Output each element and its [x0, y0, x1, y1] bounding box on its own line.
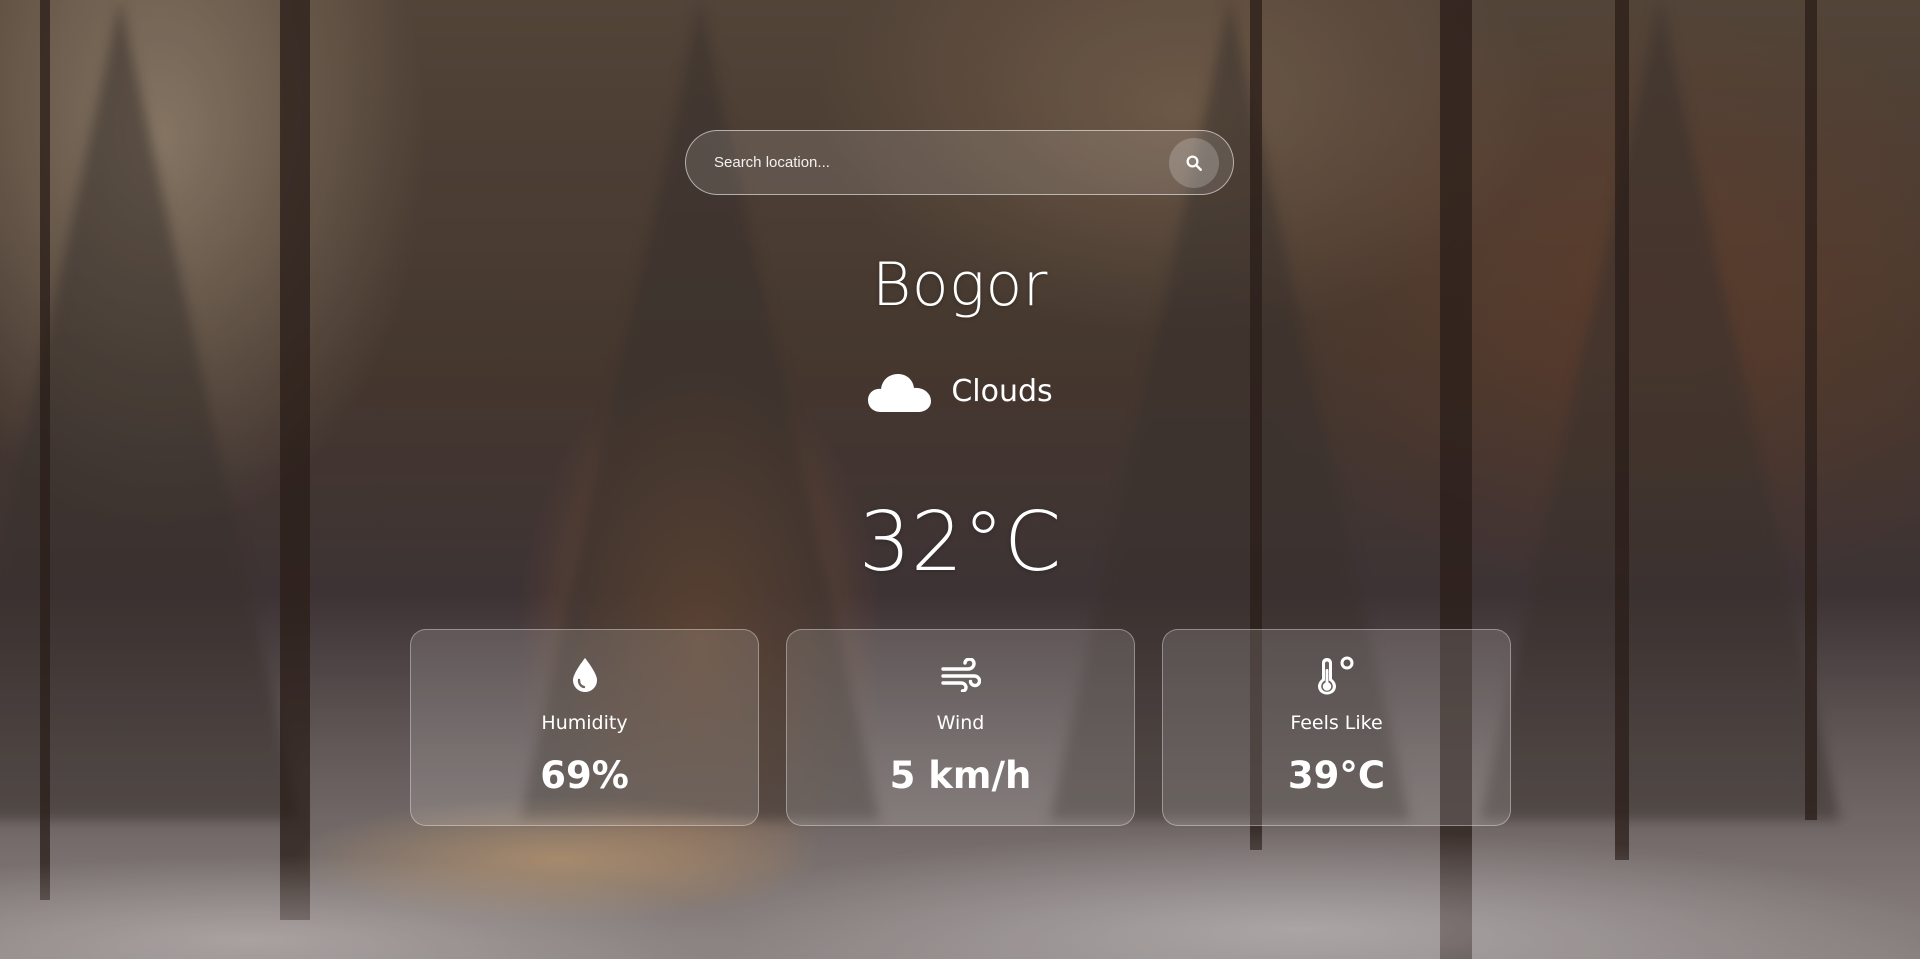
current-temperature: 32°C: [858, 495, 1062, 590]
humidity-value: 69%: [540, 754, 629, 797]
thermometer-icon: [1317, 656, 1353, 695]
stats-cards: Humidity 69% Wind 5 km/h Feels Like 39°C: [410, 629, 1511, 826]
wind-value: 5 km/h: [889, 754, 1032, 797]
humidity-card: Humidity 69%: [410, 629, 759, 826]
wind-card: Wind 5 km/h: [786, 629, 1135, 826]
feels-like-card: Feels Like 39°C: [1162, 629, 1511, 826]
cloud-icon: [868, 374, 932, 412]
water-drop-icon: [572, 658, 597, 692]
search-icon: [1186, 155, 1202, 171]
city-name: Bogor: [872, 250, 1048, 320]
search-input[interactable]: [714, 154, 1169, 171]
feels-like-label: Feels Like: [1290, 712, 1383, 734]
weather-condition: Clouds: [0, 368, 1920, 414]
condition-label: Clouds: [951, 373, 1053, 409]
search-button[interactable]: [1169, 137, 1219, 188]
wind-label: Wind: [936, 712, 985, 734]
humidity-label: Humidity: [541, 712, 628, 734]
wind-icon: [940, 658, 981, 692]
feels-like-value: 39°C: [1287, 754, 1386, 797]
search-bar: [685, 130, 1234, 195]
